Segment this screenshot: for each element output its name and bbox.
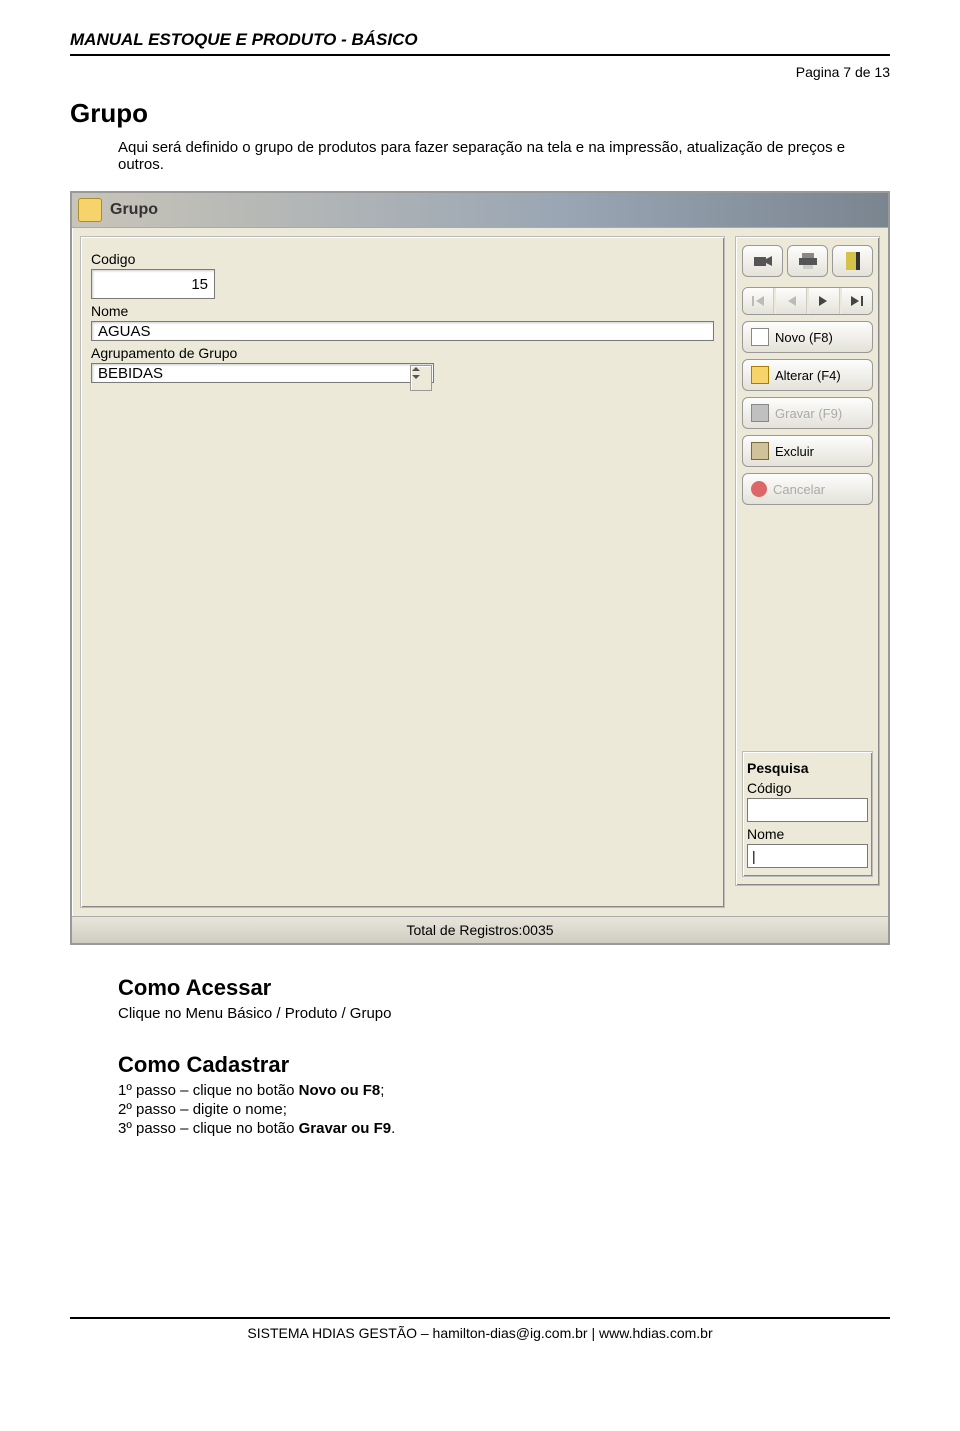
- pesquisa-nome-label: Nome: [747, 826, 868, 842]
- prev-record-button[interactable]: [776, 288, 807, 314]
- pesquisa-nome-input[interactable]: [747, 844, 868, 868]
- cancelar-button[interactable]: Cancelar: [742, 473, 873, 505]
- step-3: 3º passo – clique no botão Gravar ou F9.: [118, 1120, 890, 1137]
- dropdown-toggle-icon[interactable]: [410, 365, 432, 391]
- como-cadastrar-heading: Como Cadastrar: [118, 1052, 890, 1078]
- trash-icon: [751, 442, 769, 460]
- como-acessar-heading: Como Acessar: [118, 975, 890, 1001]
- agrupamento-select[interactable]: [91, 363, 434, 383]
- window-title: Grupo: [110, 201, 158, 219]
- nome-input[interactable]: [91, 321, 714, 341]
- exit-button[interactable]: [832, 245, 873, 277]
- status-bar: Total de Registros:0035: [72, 916, 888, 943]
- como-acessar-text: Clique no Menu Básico / Produto / Grupo: [118, 1005, 890, 1022]
- pesquisa-title: Pesquisa: [747, 760, 868, 776]
- excluir-button-label: Excluir: [775, 444, 814, 459]
- page-indicator: Pagina 7 de 13: [70, 64, 890, 80]
- excluir-button[interactable]: Excluir: [742, 435, 873, 467]
- app-icon: [78, 198, 102, 222]
- nome-label: Nome: [91, 303, 714, 319]
- divider: [70, 54, 890, 56]
- pesquisa-codigo-label: Código: [747, 780, 868, 796]
- alterar-button-label: Alterar (F4): [775, 368, 841, 383]
- first-record-button[interactable]: [743, 288, 774, 314]
- step-1: 1º passo – clique no botão Novo ou F8;: [118, 1082, 890, 1099]
- action-panel: Novo (F8) Alterar (F4) Gravar (F9) Exclu…: [735, 236, 880, 886]
- alterar-button[interactable]: Alterar (F4): [742, 359, 873, 391]
- step-2: 2º passo – digite o nome;: [118, 1101, 890, 1118]
- agrupamento-label: Agrupamento de Grupo: [91, 345, 714, 361]
- new-icon: [751, 328, 769, 346]
- novo-button-label: Novo (F8): [775, 330, 833, 345]
- next-record-button[interactable]: [809, 288, 840, 314]
- page-footer: SISTEMA HDIAS GESTÃO – hamilton-dias@ig.…: [70, 1317, 890, 1341]
- codigo-label: Codigo: [91, 251, 714, 267]
- novo-button[interactable]: Novo (F8): [742, 321, 873, 353]
- edit-icon: [751, 366, 769, 384]
- record-navigator: [742, 287, 873, 315]
- document-header-title: MANUAL ESTOQUE E PRODUTO - BÁSICO: [70, 30, 890, 50]
- form-panel: Codigo Nome Agrupamento de Grupo: [80, 236, 725, 908]
- camera-button[interactable]: [742, 245, 783, 277]
- gravar-button-label: Gravar (F9): [775, 406, 842, 421]
- cancelar-button-label: Cancelar: [773, 482, 825, 497]
- gravar-button[interactable]: Gravar (F9): [742, 397, 873, 429]
- save-icon: [751, 404, 769, 422]
- codigo-input[interactable]: [91, 269, 215, 299]
- last-record-button[interactable]: [842, 288, 872, 314]
- window-titlebar: Grupo: [72, 193, 888, 228]
- print-button[interactable]: [787, 245, 828, 277]
- pesquisa-codigo-input[interactable]: [747, 798, 868, 822]
- section-title: Grupo: [70, 98, 890, 129]
- search-panel: Pesquisa Código Nome: [742, 751, 873, 877]
- cancel-icon: [751, 481, 767, 497]
- intro-paragraph: Aqui será definido o grupo de produtos p…: [118, 139, 890, 173]
- app-window: Grupo Codigo Nome Agrupamento de Grupo: [70, 191, 890, 945]
